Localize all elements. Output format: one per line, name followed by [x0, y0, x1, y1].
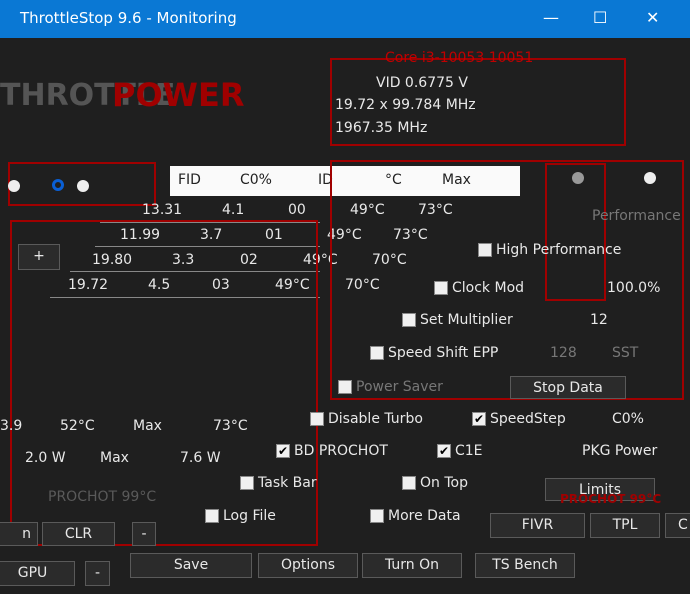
stop-data-button[interactable]: Stop Data [510, 376, 626, 399]
c0: 4.1 [222, 202, 245, 218]
c1e-checkbox[interactable]: ✔ C1E [437, 443, 483, 459]
radio-1[interactable] [8, 180, 20, 192]
label: BD PROCHOT [294, 443, 388, 459]
high-performance-checkbox[interactable]: High Performance [478, 242, 621, 258]
cpu-name: Core i3-10053 10051 [385, 50, 534, 66]
checkbox-box[interactable] [402, 313, 416, 327]
set-multiplier-checkbox[interactable]: Set Multiplier [402, 312, 513, 328]
label: Speed Shift EPP [388, 345, 499, 361]
sst-label: SST [612, 345, 639, 361]
label: Task Bar [258, 475, 317, 491]
check-icon[interactable]: ✔ [437, 444, 451, 458]
checkbox-box[interactable] [478, 243, 492, 257]
epp-value[interactable]: 128 [550, 345, 577, 361]
vid-value: VID 0.6775 V [376, 75, 468, 91]
check-icon[interactable]: ✔ [472, 412, 486, 426]
c-button[interactable]: C [665, 513, 690, 538]
id: 00 [288, 202, 306, 218]
radio-3[interactable] [77, 180, 89, 192]
tpl-button[interactable]: TPL [590, 513, 660, 538]
more-data-checkbox[interactable]: More Data [370, 508, 461, 524]
power-saver-checkbox[interactable]: Power Saver [338, 379, 443, 395]
ts-bench-button[interactable]: TS Bench [475, 553, 575, 578]
pkg-power-label: PKG Power [582, 443, 658, 459]
profile-label: Performance [592, 208, 681, 224]
label: SpeedStep [490, 411, 566, 427]
prochot-label: PROCHOT 99°C [48, 489, 157, 505]
profile-radio-1[interactable] [572, 172, 584, 184]
close-button[interactable]: ✕ [646, 8, 659, 27]
minus-button-2[interactable]: - [85, 561, 110, 586]
max-power-value: 7.6 W [180, 450, 221, 466]
speed-shift-checkbox[interactable]: Speed Shift EPP [370, 345, 498, 361]
max-temp-label: Max [133, 418, 162, 434]
save-button[interactable]: Save [130, 553, 252, 578]
clr-button[interactable]: CLR [42, 522, 115, 546]
profile-radio-2[interactable] [644, 172, 656, 184]
label: More Data [388, 508, 461, 524]
package-temp: 52°C [60, 418, 95, 434]
fid: 13.31 [142, 202, 183, 218]
label: Set Multiplier [420, 312, 513, 328]
on-top-checkbox[interactable]: On Top [402, 475, 468, 491]
max-temp-value: 73°C [213, 418, 248, 434]
speedstep-checkbox[interactable]: ✔ SpeedStep [472, 411, 566, 427]
check-icon[interactable]: ✔ [276, 444, 290, 458]
label: High Performance [496, 242, 622, 258]
multiplier-value: 19.72 x 99.784 MHz [335, 97, 476, 113]
label: On Top [420, 475, 468, 491]
frequency-value: 1967.35 MHz [335, 120, 428, 136]
label: C1E [455, 443, 483, 459]
options-button[interactable]: Options [258, 553, 358, 578]
task-bar-checkbox[interactable]: Task Bar [240, 475, 317, 491]
power-value: 2.0 W [25, 450, 66, 466]
label: Disable Turbo [328, 411, 423, 427]
checkbox-box[interactable] [310, 412, 324, 426]
checkbox-box[interactable] [370, 509, 384, 523]
c0-value: 3.9 [0, 418, 23, 434]
checkbox-box[interactable] [370, 346, 384, 360]
checkbox-box[interactable] [434, 281, 448, 295]
checkbox-box[interactable] [338, 380, 352, 394]
max-power-label: Max [100, 450, 129, 466]
label: Power Saver [356, 379, 443, 395]
radio-2[interactable] [52, 179, 64, 191]
multiplier-setting[interactable]: 12 [590, 312, 608, 328]
minimize-button[interactable]: — [543, 8, 559, 27]
log-file-checkbox[interactable]: Log File [205, 508, 276, 524]
bd-prochot-checkbox[interactable]: ✔ BD PROCHOT [276, 443, 388, 459]
clock-mod-checkbox[interactable]: Clock Mod [434, 280, 524, 296]
on-button[interactable]: n [0, 522, 38, 546]
window-title: ThrottleStop 9.6 - Monitoring [20, 9, 237, 27]
col-fid: FID [178, 172, 201, 188]
checkbox-box[interactable] [402, 476, 416, 490]
gpu-button[interactable]: GPU [0, 561, 75, 586]
add-button[interactable]: + [18, 244, 60, 270]
title-bar: ThrottleStop 9.6 - Monitoring — ☐ ✕ [0, 0, 690, 38]
turn-on-button[interactable]: Turn On [362, 553, 462, 578]
checkbox-box[interactable] [205, 509, 219, 523]
logo-power: POWER [112, 76, 245, 114]
prochot-overlay: PROCHOT 99°C [560, 492, 662, 506]
disable-turbo-checkbox[interactable]: Disable Turbo [310, 411, 423, 427]
minus-button[interactable]: - [132, 522, 156, 546]
col-c0: C0% [240, 172, 272, 188]
fivr-button[interactable]: FIVR [490, 513, 585, 538]
label: Log File [223, 508, 276, 524]
clock-mod-value[interactable]: 100.0% [607, 280, 660, 296]
maximize-button[interactable]: ☐ [593, 8, 607, 27]
c0-label: C0% [612, 411, 644, 427]
label: Clock Mod [452, 280, 525, 296]
checkbox-box[interactable] [240, 476, 254, 490]
